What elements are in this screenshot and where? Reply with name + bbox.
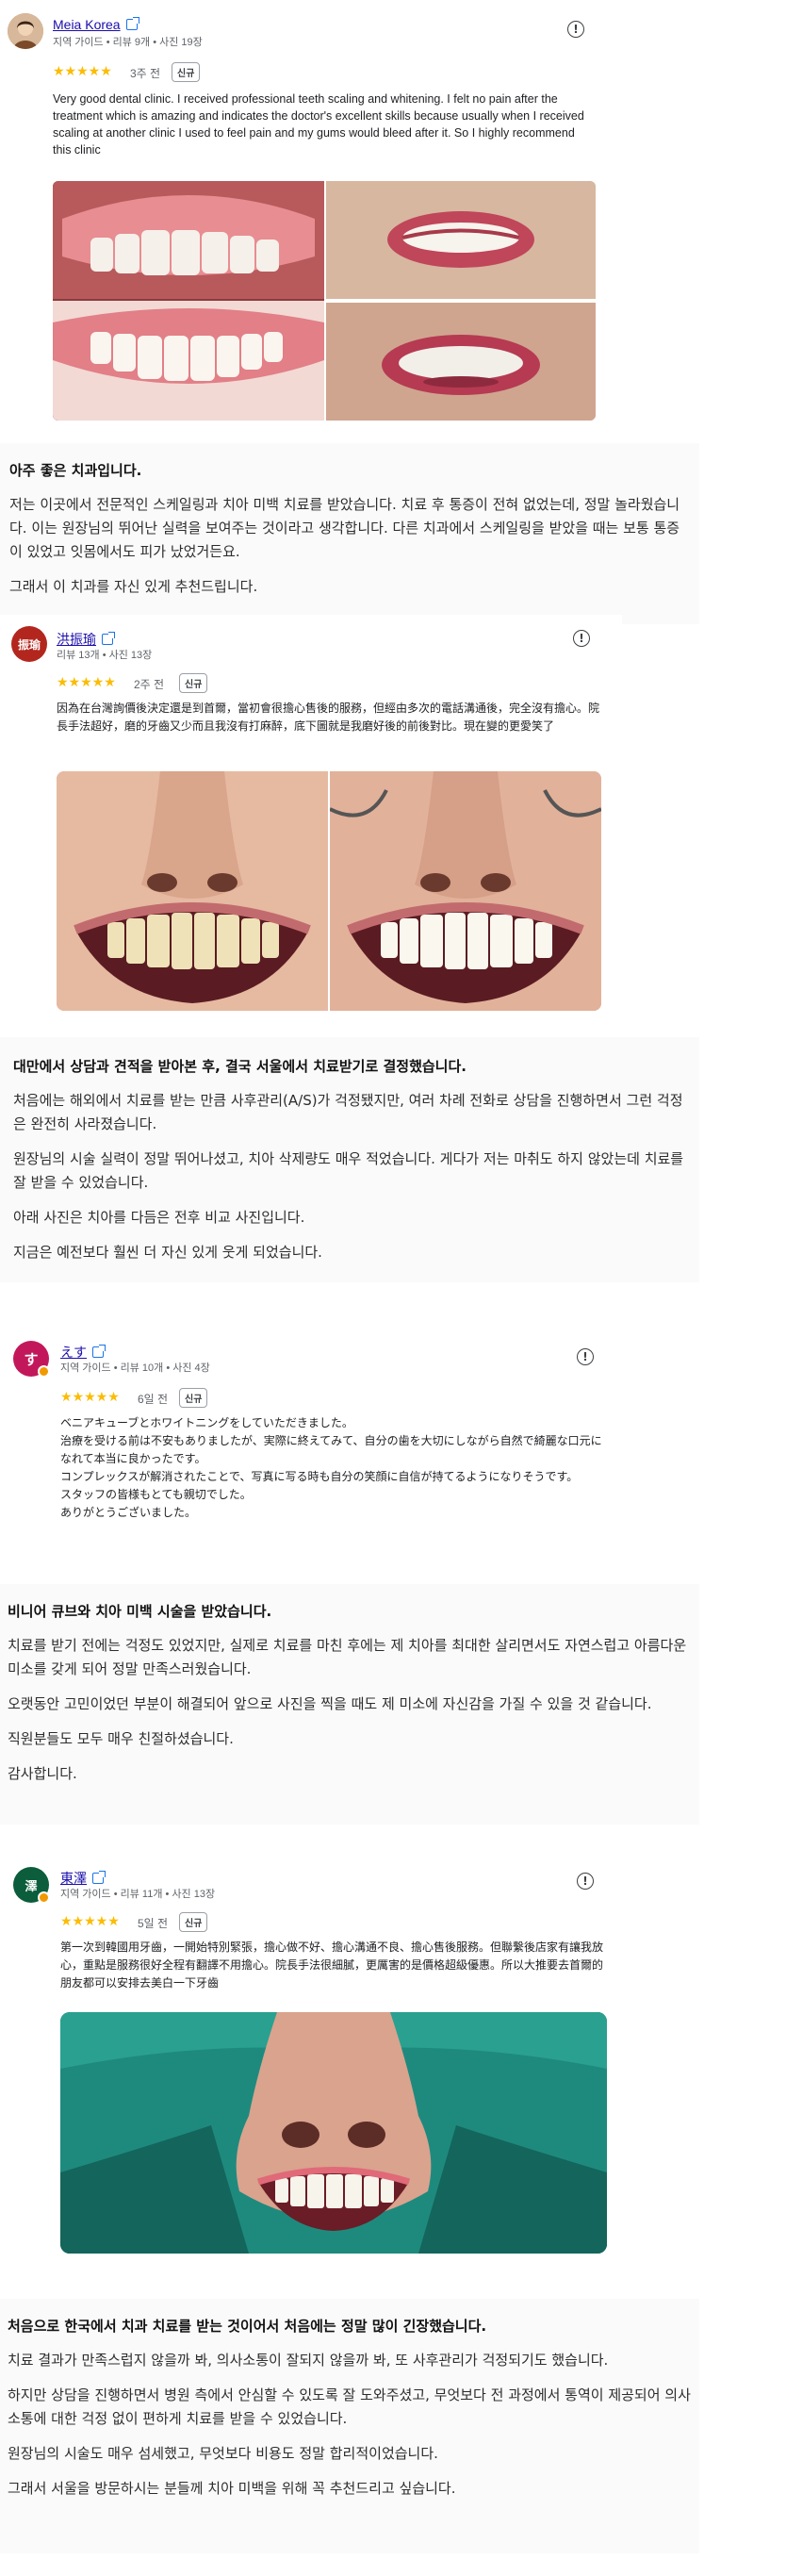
review-photo-before[interactable] <box>57 771 328 1011</box>
local-guide-badge-icon <box>38 1891 50 1904</box>
star-rating: ★★★★★ <box>60 1390 120 1405</box>
info-circle-icon[interactable]: ! <box>567 21 584 38</box>
review-text: ベニアキューブとホワイトニングをしていただきました。 治療を受ける前は不安もあり… <box>60 1416 602 1519</box>
star-rating: ★★★★★ <box>57 675 116 690</box>
star-rating: ★★★★★ <box>53 64 112 79</box>
translation-paragraph: 치료를 받기 전에는 걱정도 있었지만, 실제로 치료를 마친 후에는 제 치아… <box>8 1637 687 1677</box>
review-photo-2[interactable] <box>326 181 596 299</box>
translation-block-4: 처음으로 한국에서 치과 치료를 받는 것이어서 처음에는 정말 많이 긴장했습… <box>0 2299 699 2553</box>
review-card-1: Meia Korea 지역 가이드 • 리뷰 9개 • 사진 19장 ! ★★★… <box>0 0 613 434</box>
review-card-2: 振瑜 洪振瑜 리뷰 13개 • 사진 13장 ! ★★★★★ 2주 전 신규 因… <box>0 615 622 1026</box>
translation-title: 아주 좋은 치과입니다. <box>9 462 142 479</box>
info-circle-icon[interactable]: ! <box>577 1348 594 1365</box>
review-photo[interactable] <box>60 2012 607 2254</box>
reviewer-name[interactable]: Meia Korea <box>53 17 121 32</box>
review-card-4: 澤 東澤 지역 가이드 • 리뷰 11개 • 사진 13장 ! ★★★★★ 5일… <box>0 1856 622 2271</box>
reviewer-meta: 리뷰 13개 • 사진 13장 <box>57 650 153 661</box>
translation-paragraph: 원장님의 시술도 매우 섬세했고, 무엇보다 비용도 정말 합리적이었습니다. <box>8 2445 438 2462</box>
translation-paragraph: 하지만 상담을 진행하면서 병원 측에서 안심할 수 있도록 잘 도와주셨고, … <box>8 2386 691 2427</box>
reviewer-name-link[interactable]: Meia Korea <box>53 17 139 32</box>
review-card-3: す えす 지역 가이드 • 리뷰 10개 • 사진 4장 ! ★★★★★ 6일 … <box>0 1324 622 1578</box>
reviewer-name[interactable]: 洪振瑜 <box>57 630 96 649</box>
star-rating: ★★★★★ <box>60 1914 120 1929</box>
review-date: 6일 전 <box>138 1393 169 1406</box>
translation-paragraph: 치료 결과가 만족스럽지 않을까 봐, 의사소통이 잘되지 않을까 봐, 또 사… <box>8 2352 609 2369</box>
review-date: 3주 전 <box>130 67 161 80</box>
info-circle-icon[interactable]: ! <box>573 630 590 647</box>
translation-paragraph: 저는 이곳에서 전문적인 스케일링과 치아 미백 치료를 받았습니다. 치료 후… <box>9 496 680 560</box>
reviewer-name-link[interactable]: 東澤 <box>60 1869 106 1888</box>
translation-paragraph: 아래 사진은 치아를 다듬은 전후 비교 사진입니다. <box>13 1209 305 1226</box>
review-text: 因為在台灣詢價後決定還是到首爾，當初會很擔心售後的服務，但經由多次的電話溝通後，… <box>57 702 600 733</box>
avatar-initials: す <box>24 1350 39 1368</box>
reviewer-meta: 지역 가이드 • 리뷰 10개 • 사진 4장 <box>60 1362 210 1374</box>
reviewer-name[interactable]: えす <box>60 1343 87 1362</box>
reviewer-name-link[interactable]: えす <box>60 1343 106 1362</box>
external-link-icon[interactable] <box>125 17 139 30</box>
translation-paragraph: 처음에는 해외에서 치료를 받는 만큼 사후관리(A/S)가 걱정됐지만, 여러… <box>13 1092 683 1132</box>
translation-paragraph: 그래서 이 치과를 자신 있게 추천드립니다. <box>9 578 258 595</box>
review-photo-3[interactable] <box>326 303 596 421</box>
translation-title: 비니어 큐브와 치아 미백 시술을 받았습니다. <box>8 1603 272 1620</box>
new-badge: 신규 <box>179 1912 208 1932</box>
new-badge: 신규 <box>179 673 208 693</box>
translation-paragraph: 그래서 서울을 방문하시는 분들께 치아 미백을 위해 꼭 추천드리고 싶습니다… <box>8 2480 456 2497</box>
avatar-initials: 振瑜 <box>17 637 41 652</box>
review-date: 5일 전 <box>138 1917 169 1930</box>
translation-block-1: 아주 좋은 치과입니다. 저는 이곳에서 전문적인 스케일링과 치아 미백 치료… <box>0 443 699 624</box>
translation-block-3: 비니어 큐브와 치아 미백 시술을 받았습니다. 치료를 받기 전에는 걱정도 … <box>0 1584 699 1825</box>
avatar[interactable] <box>8 13 43 49</box>
review-text: Very good dental clinic. I received prof… <box>53 92 584 157</box>
avatar-initials: 澤 <box>25 1879 38 1894</box>
external-link-icon[interactable] <box>92 1345 106 1358</box>
info-circle-icon[interactable]: ! <box>577 1873 594 1890</box>
local-guide-badge-icon <box>38 1365 50 1378</box>
translation-paragraph: 오랫동안 고민이었던 부분이 해결되어 앞으로 사진을 찍을 때도 제 미소에 … <box>8 1695 652 1712</box>
review-date: 2주 전 <box>134 678 165 691</box>
translation-paragraph: 감사합니다. <box>8 1765 77 1782</box>
new-badge: 신규 <box>172 62 201 82</box>
new-badge: 신규 <box>179 1388 208 1408</box>
review-text: 第一次到韓國用牙齒，一開始特別緊張，擔心做不好、擔心溝通不良、擔心售後服務。但聯… <box>60 1940 604 1990</box>
reviewer-meta: 지역 가이드 • 리뷰 11개 • 사진 13장 <box>60 1889 216 1900</box>
translation-title: 처음으로 한국에서 치과 치료를 받는 것이어서 처음에는 정말 많이 긴장했습… <box>8 2318 487 2335</box>
reviewer-meta: 지역 가이드 • 리뷰 9개 • 사진 19장 <box>53 37 203 48</box>
translation-paragraph: 직원분들도 모두 매우 친절하셨습니다. <box>8 1730 234 1747</box>
translation-title: 대만에서 상담과 견적을 받아본 후, 결국 서울에서 치료받기로 결정했습니다… <box>13 1058 467 1075</box>
review-photo-after[interactable] <box>330 771 601 1011</box>
external-link-icon[interactable] <box>92 1871 106 1884</box>
translation-paragraph: 원장님의 시술 실력이 정말 뛰어나셨고, 치아 삭제량도 매우 적었습니다. … <box>13 1150 684 1191</box>
translation-block-2: 대만에서 상담과 견적을 받아본 후, 결국 서울에서 치료받기로 결정했습니다… <box>0 1037 699 1282</box>
review-photo-1[interactable] <box>53 181 324 421</box>
translation-paragraph: 지금은 예전보다 훨씬 더 자신 있게 웃게 되었습니다. <box>13 1244 322 1261</box>
reviewer-name[interactable]: 東澤 <box>60 1869 87 1888</box>
external-link-icon[interactable] <box>102 632 115 645</box>
reviewer-name-link[interactable]: 洪振瑜 <box>57 630 115 649</box>
avatar[interactable]: 振瑜 <box>11 626 47 662</box>
